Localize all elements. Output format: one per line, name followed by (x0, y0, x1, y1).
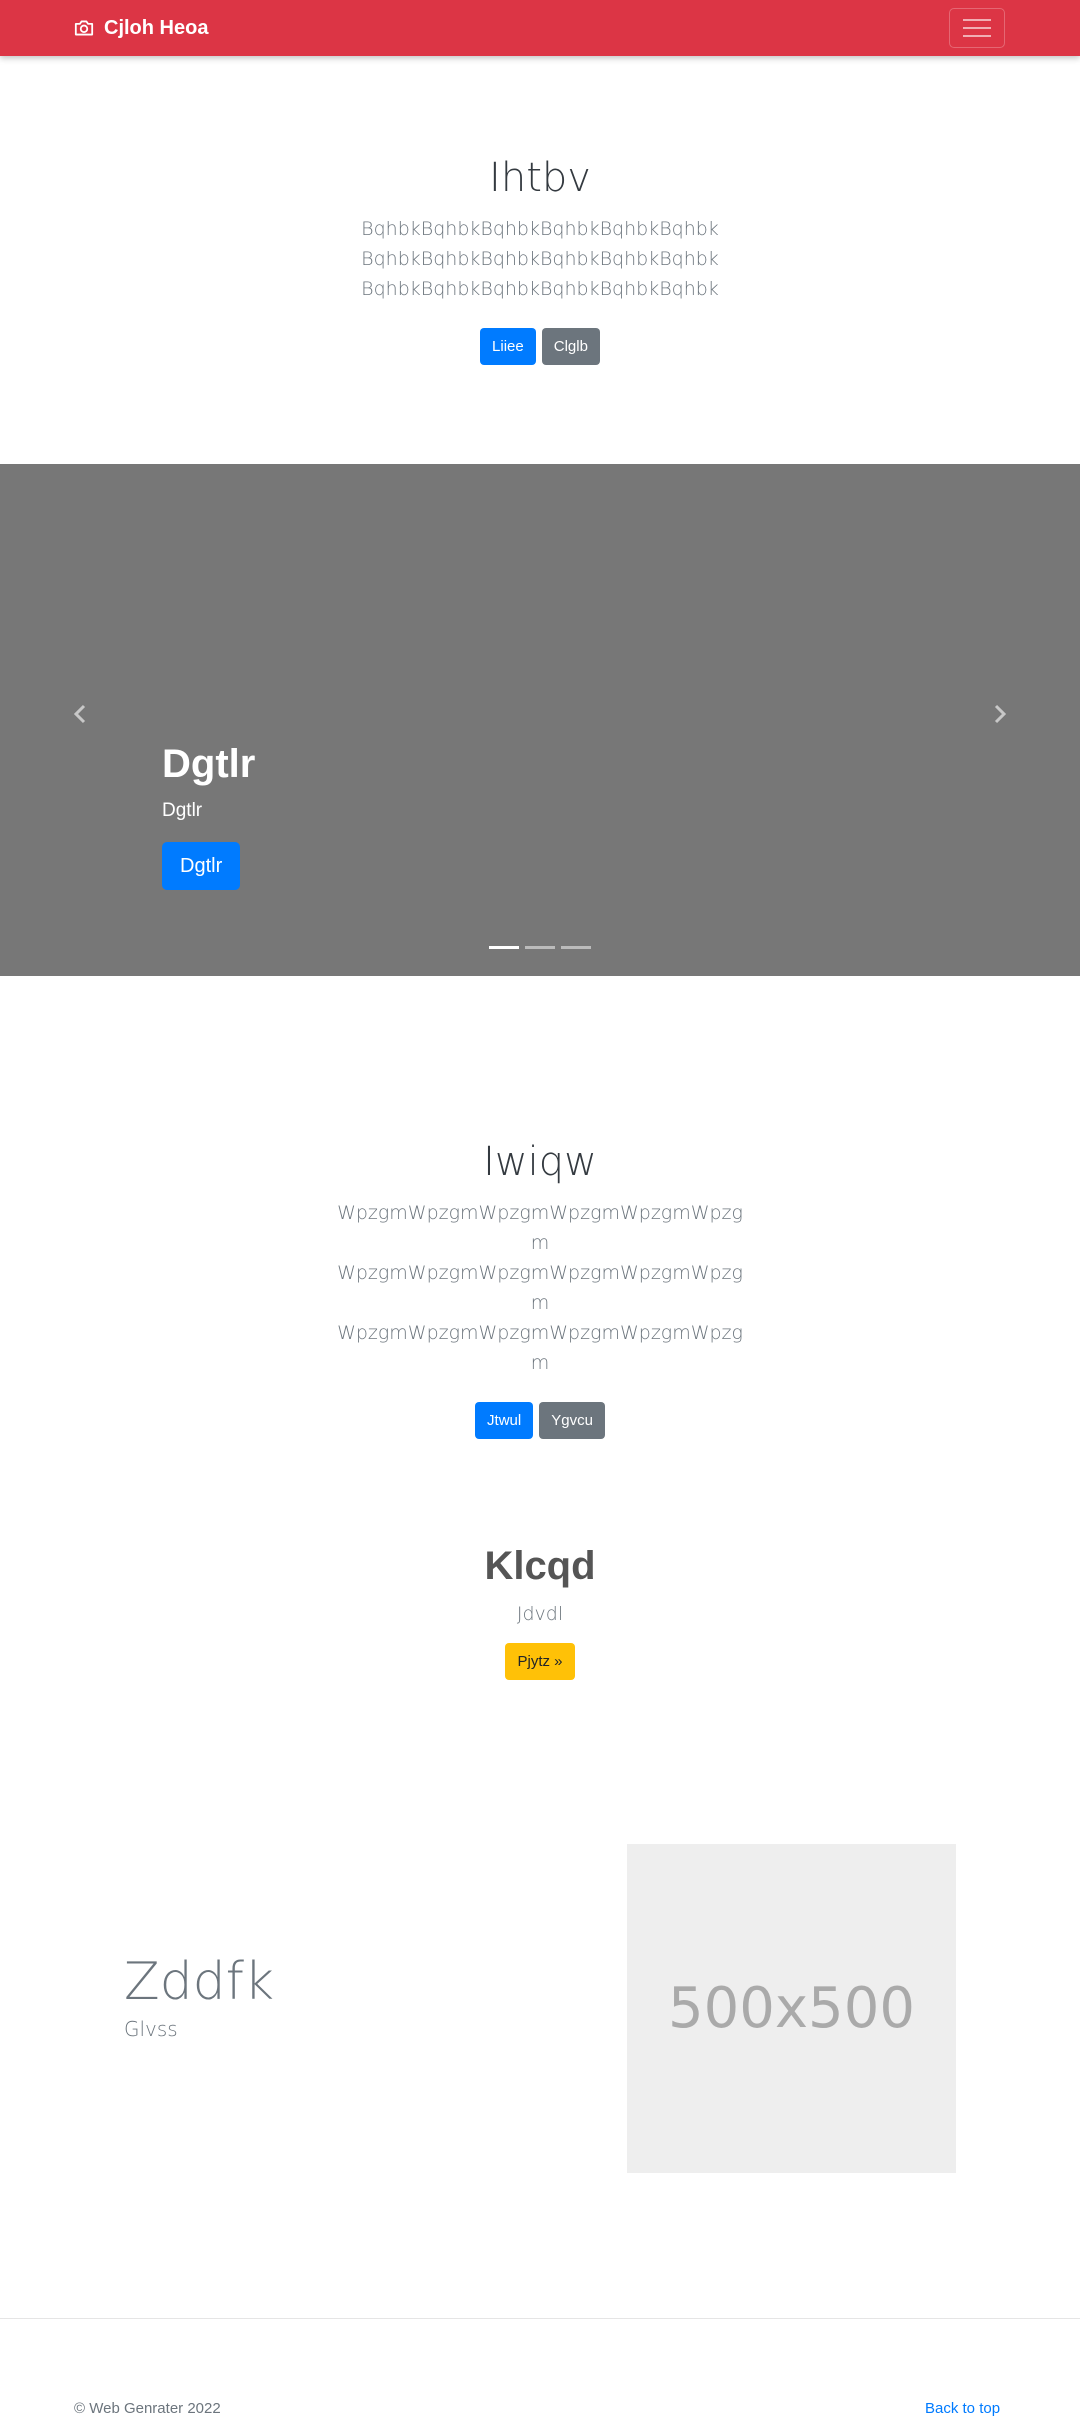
jumbotron-2-text: WpzgmWpzgmWpzgmWpzgmWpzgmWpzgm WpzgmWpzg… (337, 1202, 743, 1374)
brand-link[interactable]: Cjloh Heoa (74, 0, 208, 56)
brand-label: Cjloh Heoa (104, 16, 209, 39)
hamburger-icon (963, 19, 991, 21)
placeholder-image: 500x500 (627, 1844, 956, 2173)
carousel-indicator-1[interactable] (489, 946, 519, 949)
jumbotron-2: Iwiqw WpzgmWpzgmWpzgmWpzgmWpzgmWpzgm Wpz… (0, 1138, 1080, 1439)
placeholder-image-label: 500x500 (668, 1976, 915, 2041)
split-title: Zddfk (124, 1952, 275, 2012)
back-to-top-link[interactable]: Back to top (925, 2400, 1000, 2417)
jumbotron-1: Ihtbv BqhbkBqhbkBqhbkBqhbkBqhbkBqhbk Bqh… (0, 154, 1080, 365)
carousel-text: Dgtlr (162, 800, 203, 821)
chevron-left-icon[interactable] (71, 704, 91, 724)
jumbotron-2-primary-button[interactable]: Jtwul (475, 1402, 534, 1439)
feature-button[interactable]: Pjytz » (505, 1643, 575, 1680)
carousel-indicators (489, 946, 591, 949)
feature-section: Klcqd Jdvdl Pjytz » (0, 1544, 1080, 1680)
jumbotron-1-text: BqhbkBqhbkBqhbkBqhbkBqhbkBqhbk BqhbkBqhb… (361, 218, 719, 300)
carousel-caption: Dgtlr Dgtlr Dgtlr (162, 740, 255, 890)
chevron-right-icon[interactable] (989, 704, 1009, 724)
feature-subtitle: Jdvdl (516, 1603, 564, 1625)
jumbotron-2-title: Iwiqw (483, 1139, 597, 1185)
carousel-indicator-2[interactable] (525, 946, 555, 949)
navbar: Cjloh Heoa (0, 0, 1080, 56)
jumbotron-2-secondary-button[interactable]: Ygvcu (539, 1402, 605, 1439)
feature-title: Klcqd (484, 1544, 596, 1588)
footer-copyright: © Web Genrater 2022 (74, 2400, 221, 2417)
navbar-toggler-button[interactable] (949, 8, 1005, 48)
jumbotron-1-primary-button[interactable]: Liiee (480, 328, 536, 365)
jumbotron-1-secondary-button[interactable]: Clglb (541, 328, 600, 365)
footer-divider (0, 2318, 1080, 2319)
camera-icon (74, 20, 94, 36)
jumbotron-1-title: Ihtbv (489, 155, 591, 201)
carousel-heading: Dgtlr (162, 742, 256, 786)
carousel-button[interactable]: Dgtlr (162, 842, 241, 890)
carousel: Dgtlr Dgtlr Dgtlr (0, 464, 1080, 976)
split-subtitle: Glvss (124, 2017, 178, 2041)
carousel-indicator-3[interactable] (561, 946, 591, 949)
